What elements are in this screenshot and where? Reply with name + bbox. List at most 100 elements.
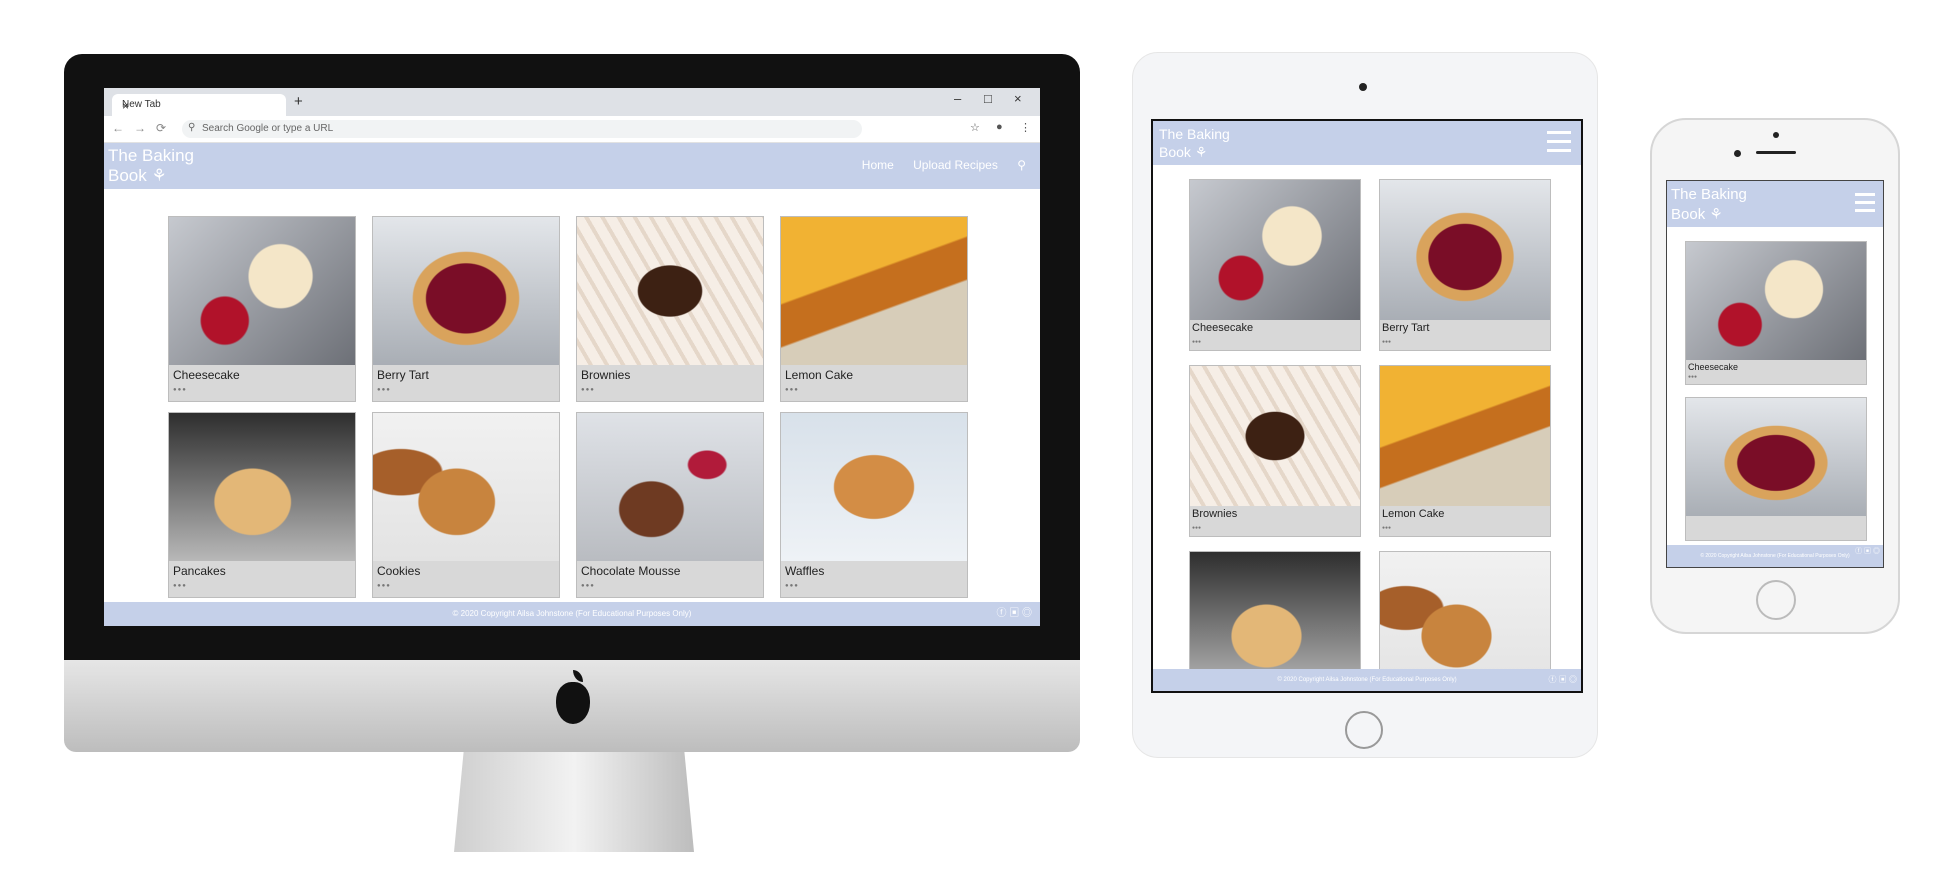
address-placeholder: Search Google or type a URL <box>202 123 334 134</box>
recipe-title: Waffles <box>785 564 825 578</box>
recipe-title: Cheesecake <box>1688 362 1739 372</box>
phone-camera-icon <box>1734 150 1741 157</box>
rating-dots: ●●● <box>1382 339 1392 345</box>
logo-line2: Book <box>1671 206 1706 223</box>
logo-line2: Book <box>1159 144 1191 160</box>
recipe-title: Berry Tart <box>377 368 429 382</box>
phone-home-button <box>1756 580 1796 620</box>
rating-dots: ●●● <box>581 387 595 393</box>
monitor-stand <box>454 752 694 852</box>
brownies-image <box>577 217 763 365</box>
recipe-card[interactable]: Berry Tart ●●● <box>1379 179 1551 351</box>
browser-address-bar: ← → ⟳ ⚲ Search Google or type a URL ☆ ● … <box>104 116 1040 143</box>
lemon-cake-image <box>1380 366 1550 506</box>
rating-dots: ●●● <box>173 387 187 393</box>
bookmark-star-icon[interactable]: ☆ <box>970 121 980 134</box>
logo-line1: The Baking <box>108 146 194 165</box>
berry-tart-image <box>1686 398 1866 516</box>
nav-home-link[interactable]: Home <box>862 158 894 172</box>
recipe-card[interactable]: Brownies ●●● <box>576 216 764 402</box>
cheesecake-image <box>169 217 355 365</box>
whisk-icon: ⚘ <box>1194 144 1208 160</box>
site-header: The Baking Book ⚘ <box>1667 181 1883 227</box>
cheesecake-image <box>1686 242 1866 360</box>
rating-dots: ●●● <box>1382 525 1392 531</box>
apple-logo-icon <box>556 682 590 724</box>
recipe-card[interactable]: Waffles ●●● <box>780 412 968 598</box>
recipe-title: Brownies <box>581 368 631 382</box>
recipe-card[interactable]: Cheesecake ●●● <box>1685 241 1867 385</box>
search-icon[interactable]: ⚲ <box>1017 158 1026 172</box>
recipe-title: Cheesecake <box>1192 322 1254 334</box>
recipe-card[interactable]: Chocolate Mousse ●●● <box>576 412 764 598</box>
back-icon[interactable]: ← <box>112 121 124 135</box>
reload-icon[interactable]: ⟳ <box>156 121 166 135</box>
browser-tab[interactable]: New Tab × <box>112 94 286 116</box>
tablet-device: The Baking Book ⚘ Cheesecake ●●● Berry Ta… <box>1132 52 1598 758</box>
site-footer: © 2020 Copyright Ailsa Johnstone (For Ed… <box>1153 669 1581 691</box>
nav-links: Home Upload Recipes ⚲ <box>846 158 1026 172</box>
recipe-card[interactable]: Lemon Cake ●●● <box>780 216 968 402</box>
recipe-title: Cheesecake <box>173 368 240 382</box>
pancakes-image <box>169 413 355 561</box>
hamburger-menu-icon[interactable] <box>1855 193 1875 217</box>
search-icon: ⚲ <box>188 122 196 133</box>
whisk-icon: ⚘ <box>1709 206 1723 223</box>
close-window-button[interactable]: × <box>1014 91 1022 106</box>
rating-dots: ●●● <box>785 583 799 589</box>
monitor-bezel: New Tab × + – □ × ← → ⟳ ⚲ Search Google … <box>64 54 1080 660</box>
footer-copyright: © 2020 Copyright Ailsa Johnstone (For Ed… <box>1700 553 1850 559</box>
berry-tart-image <box>1380 180 1550 320</box>
maximize-button[interactable]: □ <box>984 91 992 106</box>
rating-dots: ●●● <box>785 387 799 393</box>
desktop-screen: New Tab × + – □ × ← → ⟳ ⚲ Search Google … <box>104 88 1040 626</box>
logo-line1: The Baking <box>1159 126 1230 142</box>
tablet-camera-icon <box>1359 83 1367 91</box>
cheesecake-image <box>1190 180 1360 320</box>
nav-upload-recipes-link[interactable]: Upload Recipes <box>913 158 998 172</box>
footer-copyright: © 2020 Copyright Ailsa Johnstone (For Ed… <box>1277 677 1457 683</box>
recipe-title: Lemon Cake <box>785 368 854 382</box>
recipe-card[interactable]: Pancakes ●●● <box>168 412 356 598</box>
lemon-cake-image <box>781 217 967 365</box>
site-footer: © 2020 Copyright Ailsa Johnstone (For Ed… <box>1667 545 1883 567</box>
browser-tab-bar: New Tab × + – □ × <box>104 88 1040 116</box>
site-logo[interactable]: The Baking Book ⚘ <box>1671 185 1747 225</box>
phone-screen: The Baking Book ⚘ Cheesecake ●●● © 2020 C… <box>1666 180 1884 568</box>
recipe-card[interactable]: Cheesecake ●●● <box>1189 179 1361 351</box>
recipe-card[interactable]: Lemon Cake ●●● <box>1379 365 1551 537</box>
menu-kebab-icon[interactable]: ⋮ <box>1020 121 1031 134</box>
forward-icon[interactable]: → <box>134 121 146 135</box>
chocolate-mousse-image <box>577 413 763 561</box>
recipe-title: Brownies <box>1192 508 1238 520</box>
site-logo[interactable]: The Baking Book ⚘ <box>108 146 194 186</box>
rating-dots: ●●● <box>1192 339 1202 345</box>
social-icons[interactable]: ⓕ ▣ ◎ <box>996 602 1032 626</box>
recipe-card[interactable]: Berry Tart ●●● <box>372 216 560 402</box>
recipe-card[interactable] <box>1685 397 1867 541</box>
tab-close-icon[interactable]: × <box>122 99 278 113</box>
minimize-button[interactable]: – <box>954 91 961 106</box>
address-input[interactable]: ⚲ Search Google or type a URL <box>182 120 862 138</box>
phone-device: The Baking Book ⚘ Cheesecake ●●● © 2020 C… <box>1650 118 1900 634</box>
recipe-title: Chocolate Mousse <box>581 564 681 578</box>
phone-sensor-icon <box>1773 132 1779 138</box>
recipe-title: Berry Tart <box>1382 322 1430 334</box>
recipe-card[interactable]: Brownies ●●● <box>1189 365 1361 537</box>
hamburger-menu-icon[interactable] <box>1547 131 1571 158</box>
footer-copyright: © 2020 Copyright Ailsa Johnstone (For Ed… <box>452 609 692 618</box>
new-tab-button[interactable]: + <box>294 93 303 110</box>
recipe-card[interactable]: Cookies ●●● <box>372 412 560 598</box>
recipe-title: Lemon Cake <box>1382 508 1445 520</box>
whisk-icon: ⚘ <box>151 166 167 185</box>
recipe-title: Pancakes <box>173 564 226 578</box>
profile-icon[interactable]: ● <box>996 121 1003 133</box>
social-icons[interactable]: ⓕ ▣ ◎ <box>1855 541 1880 563</box>
social-icons[interactable]: ⓕ ▣ ◎ <box>1549 669 1577 691</box>
brownies-image <box>1190 366 1360 506</box>
rating-dots: ●●● <box>173 583 187 589</box>
site-header: The Baking Book ⚘ Home Upload Recipes ⚲ <box>104 143 1040 189</box>
site-logo[interactable]: The Baking Book ⚘ <box>1159 125 1230 161</box>
rating-dots: ●●● <box>581 583 595 589</box>
recipe-card[interactable]: Cheesecake ●●● <box>168 216 356 402</box>
